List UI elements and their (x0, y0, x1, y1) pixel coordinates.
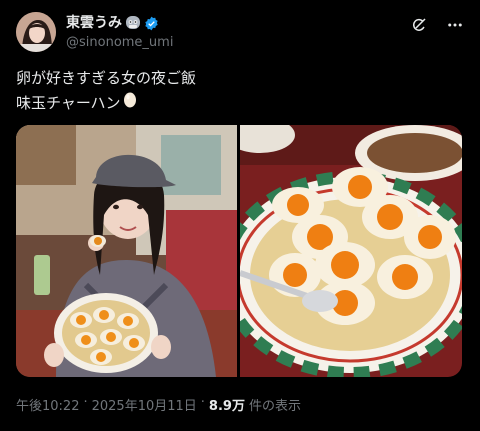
face-emoji-icon (125, 15, 141, 31)
media-grid (16, 125, 462, 377)
avatar[interactable] (16, 12, 56, 52)
tweet-text: 卵が好きすぎる女の夜ご飯 味玉チャーハン (16, 66, 196, 115)
tweet-time[interactable]: 午後10:22 (16, 395, 79, 414)
grok-icon[interactable] (410, 16, 428, 34)
tweet-line-2-row: 味玉チャーハン (16, 90, 196, 115)
meta-separator: · (83, 395, 88, 410)
tweet-date[interactable]: 2025年10月11日 (92, 395, 197, 414)
display-name-row[interactable]: 東雲うみ (66, 14, 173, 32)
verified-badge-icon[interactable] (144, 16, 159, 31)
meta-separator: · (200, 395, 205, 410)
tweet-header: 東雲うみ @sinonome_umi (16, 12, 464, 56)
display-name[interactable]: 東雲うみ (66, 14, 122, 32)
tweet-line-1: 卵が好きすぎる女の夜ご飯 (16, 69, 197, 87)
photo-woman-with-eggs[interactable] (16, 125, 237, 377)
egg-emoji-icon (123, 90, 137, 115)
handle[interactable]: @sinonome_umi (66, 34, 173, 52)
tweet-line-2: 味玉チャーハン (16, 93, 121, 112)
more-options-icon[interactable] (446, 16, 464, 34)
views-label: 件の表示 (248, 399, 301, 414)
photo-plate-of-eggs[interactable] (240, 125, 462, 377)
views-count[interactable]: 8.9万 (209, 395, 245, 414)
tweet-meta: 午後10:22 · 2025年10月11日 · 8.9万 件の表示 (16, 395, 301, 414)
